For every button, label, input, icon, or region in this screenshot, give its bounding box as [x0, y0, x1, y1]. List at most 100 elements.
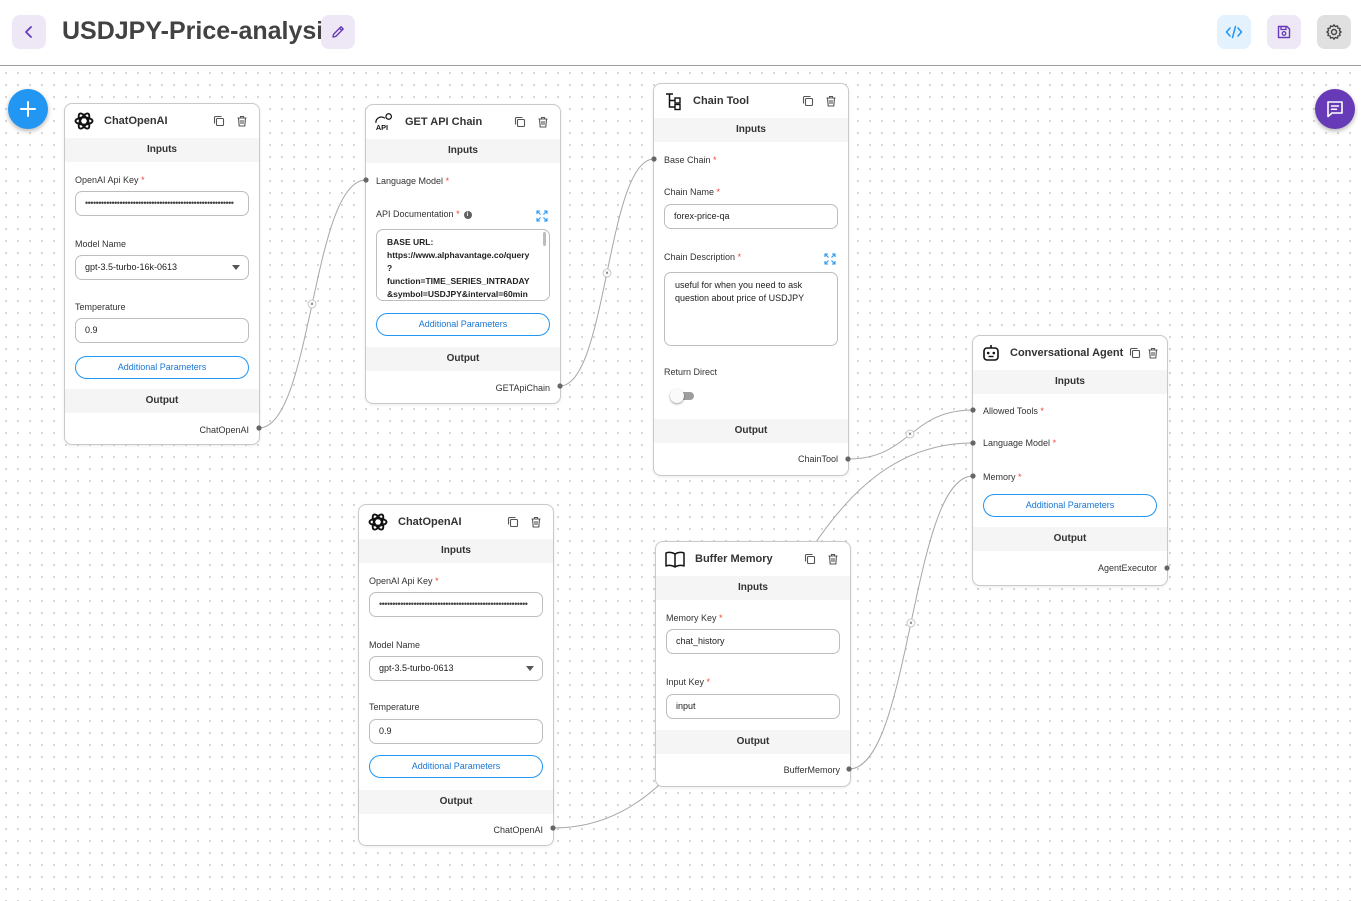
- language-model-anchor-label: Language Model *: [376, 176, 450, 186]
- delete-button[interactable]: [534, 113, 552, 131]
- flow-canvas[interactable]: × × × × ChatOpenAI Inputs OpenAI Api Key…: [0, 67, 1361, 901]
- model-name-select[interactable]: gpt-3.5-turbo-0613: [369, 656, 543, 681]
- duplicate-button[interactable]: [210, 112, 228, 130]
- model-name-select[interactable]: gpt-3.5-turbo-16k-0613: [75, 255, 249, 280]
- api-documentation-label: API Documentation * i: [376, 209, 472, 219]
- chat-icon: [1327, 101, 1343, 118]
- memory-key-label: Memory Key *: [666, 613, 723, 623]
- memory-anchor-label: Memory *: [983, 472, 1022, 482]
- memory-key-field[interactable]: chat_history: [666, 629, 840, 654]
- book-icon: [664, 548, 686, 570]
- dropdown-arrow-icon: [232, 265, 240, 270]
- duplicate-button[interactable]: [799, 92, 817, 110]
- delete-button[interactable]: [822, 92, 840, 110]
- scrollbar[interactable]: [543, 232, 546, 246]
- node-get-api-chain[interactable]: API GET API Chain Inputs Language Model …: [365, 104, 561, 404]
- settings-button[interactable]: [1317, 15, 1351, 49]
- model-name-label: Model Name: [369, 640, 421, 650]
- chain-name-field[interactable]: forex-price-qa: [664, 204, 838, 229]
- output-anchor-label: GETApiChain: [495, 383, 550, 393]
- inputs-section-header: Inputs: [973, 370, 1167, 394]
- additional-parameters-button[interactable]: Additional Parameters: [75, 356, 249, 379]
- trash-icon: [538, 116, 548, 128]
- info-icon: i: [463, 210, 472, 219]
- output-anchor-label: AgentExecutor: [1097, 563, 1157, 573]
- additional-parameters-button[interactable]: Additional Parameters: [369, 755, 543, 778]
- allowed-tools-anchor-label: Allowed Tools *: [983, 406, 1044, 416]
- node-title: GET API Chain: [405, 116, 483, 128]
- duplicate-button[interactable]: [801, 550, 819, 568]
- duplicate-button[interactable]: [1128, 344, 1141, 362]
- inputs-section-header: Inputs: [359, 539, 553, 563]
- node-title: Chain Tool: [693, 95, 750, 107]
- output-section-header: Output: [654, 419, 848, 443]
- inputs-section-header: Inputs: [366, 139, 560, 163]
- delete-button[interactable]: [527, 513, 545, 531]
- copy-icon: [802, 95, 814, 107]
- output-section-header: Output: [973, 527, 1167, 551]
- copy-icon: [507, 516, 519, 528]
- temperature-field[interactable]: 0.9: [369, 719, 543, 744]
- temperature-field[interactable]: 0.9: [75, 318, 249, 343]
- chain-description-label: Chain Description *: [664, 252, 742, 262]
- language-model-anchor-label: Language Model *: [983, 438, 1057, 448]
- api-key-field[interactable]: ••••••••••••••••••••••••••••••••••••••••…: [75, 191, 249, 216]
- open-chat-button[interactable]: [1315, 89, 1355, 129]
- code-icon: [1225, 25, 1243, 39]
- svg-text:×: ×: [909, 621, 913, 627]
- pencil-icon: [332, 26, 344, 38]
- top-bar: USDJPY-Price-analysis: [0, 0, 1361, 66]
- node-buffer-memory[interactable]: Buffer Memory Inputs Memory Key * chat_h…: [655, 541, 851, 787]
- view-code-button[interactable]: [1217, 15, 1251, 49]
- trash-icon: [828, 553, 838, 565]
- node-chatopenai-2[interactable]: ChatOpenAI Inputs OpenAI Api Key * •••••…: [358, 504, 554, 846]
- output-section-header: Output: [366, 347, 560, 371]
- delete-button[interactable]: [824, 550, 842, 568]
- svg-text:×: ×: [310, 302, 314, 308]
- node-title: Buffer Memory: [695, 553, 773, 565]
- svg-text:×: ×: [908, 432, 912, 438]
- node-chain-tool[interactable]: Chain Tool Inputs Base Chain * Chain Nam…: [653, 83, 849, 476]
- duplicate-button[interactable]: [504, 513, 522, 531]
- expand-icon[interactable]: [824, 253, 836, 265]
- node-conversational-agent[interactable]: Conversational Agent Inputs Allowed Tool…: [972, 335, 1168, 586]
- copy-icon: [1129, 347, 1140, 359]
- additional-parameters-button[interactable]: Additional Parameters: [376, 313, 550, 336]
- output-anchor-label: ChatOpenAI: [199, 425, 249, 435]
- api-icon: API: [374, 111, 396, 133]
- back-button[interactable]: [12, 15, 46, 49]
- chain-description-field[interactable]: useful for when you need to ask question…: [664, 272, 838, 346]
- api-key-label: OpenAI Api Key *: [75, 175, 145, 185]
- expand-icon[interactable]: [536, 210, 548, 222]
- save-button[interactable]: [1267, 15, 1301, 49]
- duplicate-button[interactable]: [511, 113, 529, 131]
- tree-icon: [662, 90, 684, 112]
- delete-button[interactable]: [233, 112, 251, 130]
- input-key-field[interactable]: input: [666, 694, 840, 719]
- inputs-section-header: Inputs: [654, 118, 848, 142]
- api-key-label: OpenAI Api Key *: [369, 576, 439, 586]
- node-chatopenai-1[interactable]: ChatOpenAI Inputs OpenAI Api Key * •••••…: [64, 103, 260, 445]
- chevron-left-icon: [25, 26, 32, 38]
- chain-name-label: Chain Name *: [664, 187, 721, 197]
- inputs-section-header: Inputs: [656, 576, 850, 600]
- additional-parameters-button[interactable]: Additional Parameters: [983, 494, 1157, 517]
- add-node-button[interactable]: [8, 89, 48, 129]
- inputs-section-header: Inputs: [65, 138, 259, 162]
- return-direct-toggle[interactable]: [670, 389, 696, 403]
- delete-button[interactable]: [1146, 344, 1159, 362]
- output-section-header: Output: [656, 730, 850, 754]
- node-title: Conversational Agent: [1010, 347, 1124, 359]
- api-documentation-field[interactable]: BASE URL: https://www.alphavantage.co/qu…: [376, 229, 550, 301]
- openai-icon: [73, 110, 95, 132]
- output-anchor-label: ChatOpenAI: [493, 825, 543, 835]
- gear-icon: [1326, 24, 1342, 40]
- temperature-label: Temperature: [75, 302, 126, 312]
- edit-title-button[interactable]: [321, 15, 355, 49]
- api-key-field[interactable]: ••••••••••••••••••••••••••••••••••••••••…: [369, 592, 543, 617]
- copy-icon: [514, 116, 526, 128]
- input-key-label: Input Key *: [666, 677, 711, 687]
- trash-icon: [826, 95, 836, 107]
- svg-text:×: ×: [605, 271, 609, 277]
- model-name-label: Model Name: [75, 239, 127, 249]
